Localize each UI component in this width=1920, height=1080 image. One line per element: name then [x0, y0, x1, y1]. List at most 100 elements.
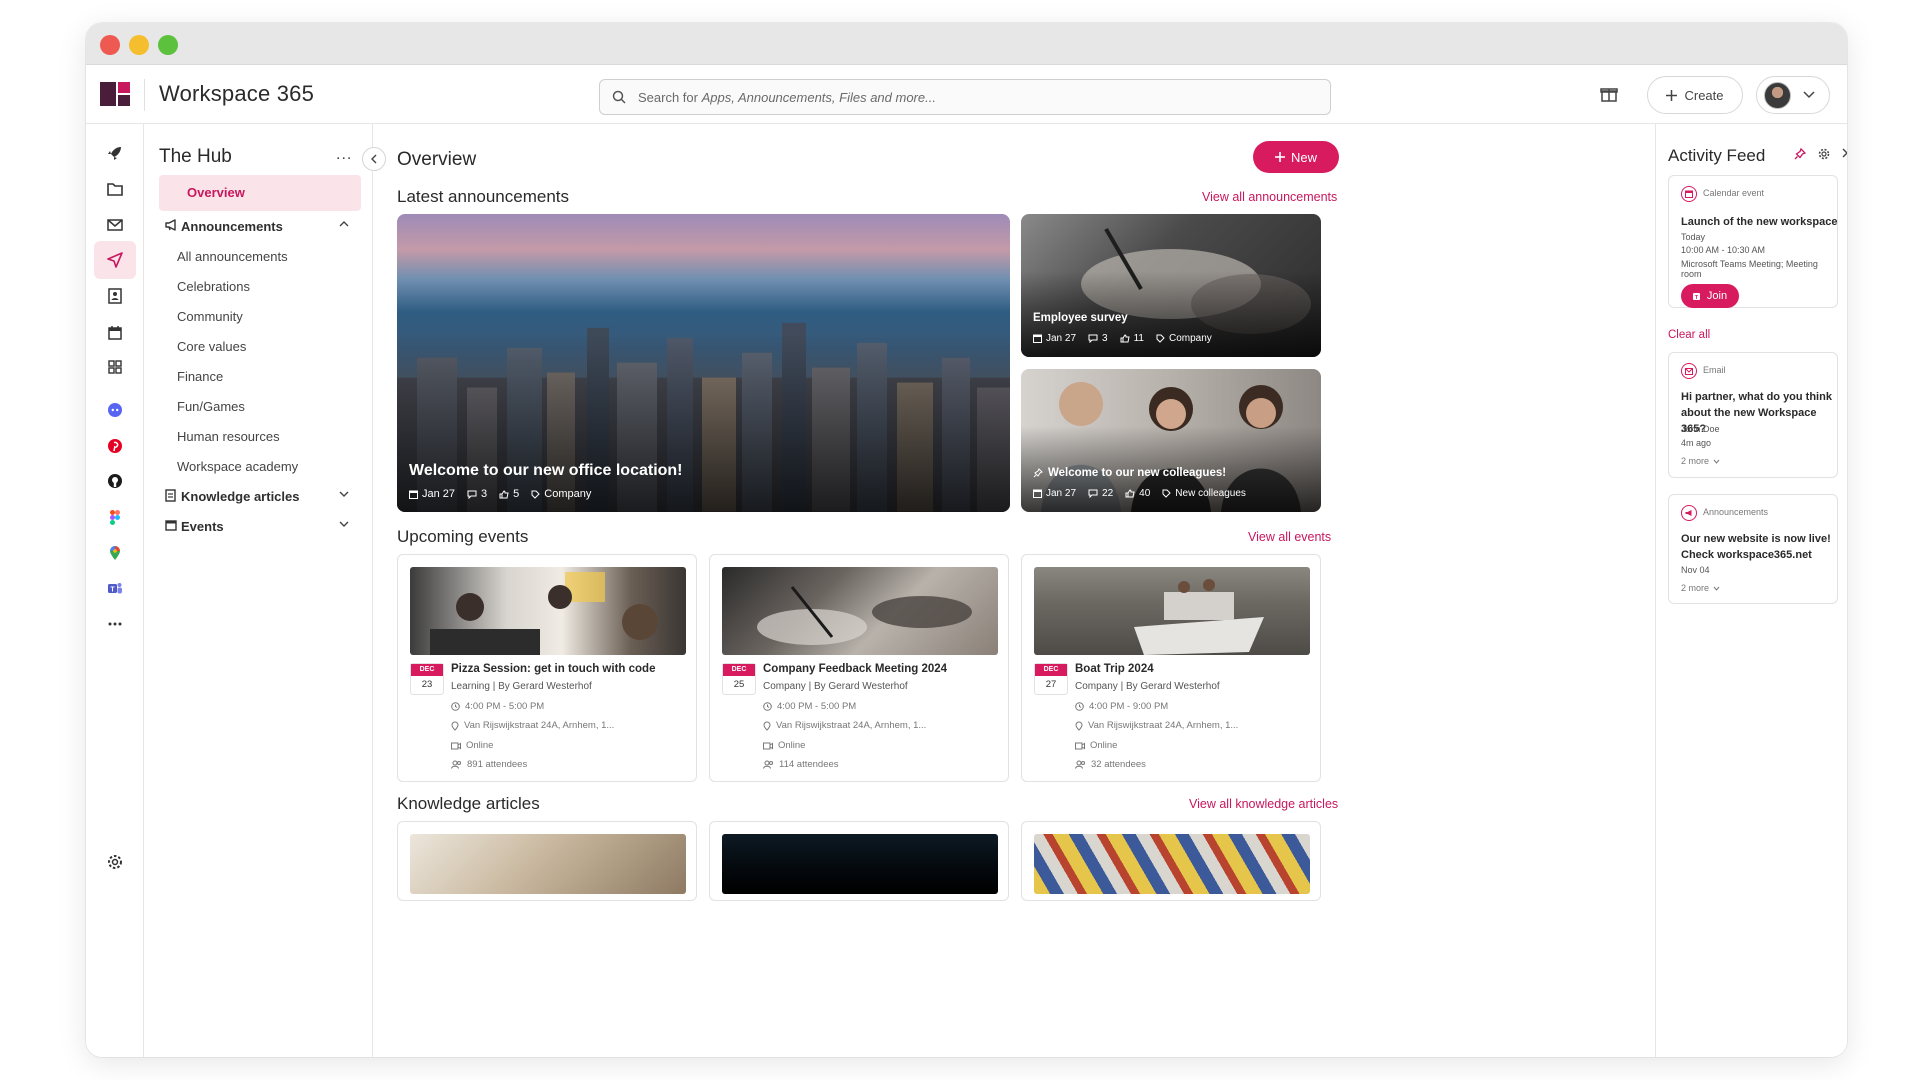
- chevron-up-icon[interactable]: [339, 221, 349, 227]
- chevron-down-icon[interactable]: [339, 491, 349, 497]
- plus-icon: [1274, 152, 1285, 162]
- sidebar-item-fun-games[interactable]: Fun/Games: [159, 391, 361, 421]
- calendar-icon[interactable]: [94, 313, 136, 351]
- sidebar-item-overview[interactable]: Overview: [159, 175, 361, 211]
- join-label: Join: [1706, 290, 1728, 302]
- knowledge-article-card[interactable]: [1021, 821, 1321, 901]
- github-icon[interactable]: [94, 462, 136, 500]
- activity-feed-title: Activity Feed: [1668, 146, 1766, 165]
- comment-icon: [467, 490, 477, 499]
- thumbs-up-icon: [1120, 334, 1130, 343]
- gear-icon[interactable]: [1818, 148, 1830, 160]
- clock-icon: [451, 702, 460, 711]
- view-all-announcements-link[interactable]: View all announcements: [1202, 190, 1337, 204]
- feed-item-location: Microsoft Teams Meeting; Meeting room: [1681, 259, 1818, 279]
- show-more-toggle[interactable]: 2 more: [1681, 583, 1720, 593]
- view-all-events-link[interactable]: View all events: [1248, 530, 1331, 544]
- contacts-icon[interactable]: [94, 277, 136, 315]
- knowledge-article-card[interactable]: [709, 821, 1009, 901]
- avatar: [1764, 82, 1791, 109]
- sidebar-item-community[interactable]: Community: [159, 301, 361, 331]
- send-icon[interactable]: [94, 241, 136, 279]
- clear-all-link[interactable]: Clear all: [1668, 329, 1710, 341]
- knowledge-article-card[interactable]: [397, 821, 697, 901]
- sidebar-item-knowledge-articles[interactable]: Knowledge articles: [159, 481, 361, 511]
- thumbs-up-icon: [499, 489, 509, 498]
- calendar-icon: [1033, 489, 1042, 498]
- hub-more-button[interactable]: ...: [336, 146, 352, 164]
- settings-icon[interactable]: [94, 843, 136, 881]
- calendar-icon: [1033, 334, 1042, 343]
- feed-item-email[interactable]: Email Hi partner, what do you think abou…: [1668, 352, 1838, 478]
- view-all-knowledge-link[interactable]: View all knowledge articles: [1189, 797, 1338, 811]
- sidebar-item-announcements[interactable]: Announcements: [159, 211, 361, 241]
- chevron-down-icon[interactable]: [339, 521, 349, 527]
- sidebar-item-label: Human resources: [177, 429, 280, 444]
- figma-icon[interactable]: [94, 498, 136, 536]
- close-window-button[interactable]: [100, 35, 120, 55]
- sidebar-item-label: All announcements: [177, 249, 288, 264]
- gift-icon[interactable]: [1600, 85, 1618, 103]
- event-image: [1034, 567, 1310, 655]
- apps-grid-icon[interactable]: [94, 348, 136, 386]
- sidebar-item-workspace-academy[interactable]: Workspace academy: [159, 451, 361, 481]
- video-icon: [763, 742, 773, 749]
- sidebar-item-events[interactable]: Events: [159, 511, 361, 541]
- mail-icon: [1681, 363, 1697, 379]
- date-meta: Jan 27: [409, 488, 455, 500]
- new-button[interactable]: New: [1253, 141, 1339, 173]
- maps-icon[interactable]: [94, 534, 136, 572]
- sidebar-item-label: Fun/Games: [177, 399, 245, 414]
- sidebar-item-human-resources[interactable]: Human resources: [159, 421, 361, 451]
- event-card[interactable]: DEC 25 Company Feedback Meeting 2024 Comp…: [709, 554, 1009, 782]
- event-title: Pizza Session: get in touch with code: [451, 663, 656, 675]
- announcement-title-row: Welcome to our new colleagues!: [1033, 467, 1226, 479]
- join-button[interactable]: T Join: [1681, 284, 1739, 308]
- comments-meta: 22: [1088, 488, 1113, 499]
- pin-icon[interactable]: [1794, 148, 1806, 160]
- article-image: [410, 834, 686, 894]
- pin-icon: [1033, 468, 1043, 478]
- chevron-left-icon: [371, 154, 377, 164]
- svg-text:T: T: [110, 586, 115, 593]
- show-more-toggle[interactable]: 2 more: [1681, 456, 1720, 466]
- teams-icon[interactable]: T: [94, 569, 136, 607]
- event-card[interactable]: DEC 23 Pizza Session: get in touch with c…: [397, 554, 697, 782]
- more-icon[interactable]: [94, 605, 136, 643]
- discord-icon[interactable]: [94, 391, 136, 429]
- pinterest-icon[interactable]: [94, 427, 136, 465]
- collapse-sidebar-button[interactable]: [362, 147, 386, 171]
- user-menu-button[interactable]: [1756, 76, 1830, 114]
- feed-item-announcement[interactable]: Announcements Our new website is now liv…: [1668, 494, 1838, 604]
- close-icon[interactable]: [1842, 148, 1847, 158]
- sidebar-item-finance[interactable]: Finance: [159, 361, 361, 391]
- sidebar-item-all-announcements[interactable]: All announcements: [159, 241, 361, 271]
- event-card[interactable]: DEC 27 Boat Trip 2024 Company | By Gerard…: [1021, 554, 1321, 782]
- date-meta: Jan 27: [1033, 488, 1076, 499]
- event-time: 4:00 PM - 9:00 PM: [1075, 701, 1168, 712]
- tag-meta: Company: [1156, 333, 1212, 344]
- minimize-window-button[interactable]: [129, 35, 149, 55]
- mail-icon[interactable]: [94, 206, 136, 244]
- announcement-card-employee-survey[interactable]: Employee survey Jan 27 3 11 Company: [1021, 214, 1321, 357]
- rocket-icon[interactable]: [94, 134, 136, 172]
- announcement-card-featured[interactable]: Welcome to our new office location! Jan …: [397, 214, 1010, 512]
- search-placeholder: Search for Apps, Announcements, Files an…: [638, 90, 936, 105]
- workspace-logo-icon[interactable]: [100, 82, 130, 106]
- hub-sidebar: The Hub ... Overview Announcements All a…: [144, 124, 373, 1057]
- activity-feed-panel: Activity Feed Calendar event Launch of t…: [1655, 124, 1847, 1057]
- search-input[interactable]: Search for Apps, Announcements, Files an…: [599, 79, 1331, 115]
- article-image: [722, 834, 998, 894]
- location-pin-icon: [1075, 721, 1083, 731]
- create-button[interactable]: Create: [1647, 76, 1743, 114]
- sidebar-item-celebrations[interactable]: Celebrations: [159, 271, 361, 301]
- likes-meta: 5: [499, 488, 519, 500]
- announcement-title: Welcome to our new colleagues!: [1048, 467, 1227, 479]
- folder-icon[interactable]: [94, 170, 136, 208]
- sidebar-item-core-values[interactable]: Core values: [159, 331, 361, 361]
- maximize-window-button[interactable]: [158, 35, 178, 55]
- announcement-title: Welcome to our new office location!: [409, 462, 683, 479]
- announcement-card-new-colleagues[interactable]: Welcome to our new colleagues! Jan 27 22…: [1021, 369, 1321, 512]
- feed-item-calendar[interactable]: Calendar event Launch of the new workspa…: [1668, 175, 1838, 308]
- event-attendees: 32 attendees: [1075, 759, 1146, 770]
